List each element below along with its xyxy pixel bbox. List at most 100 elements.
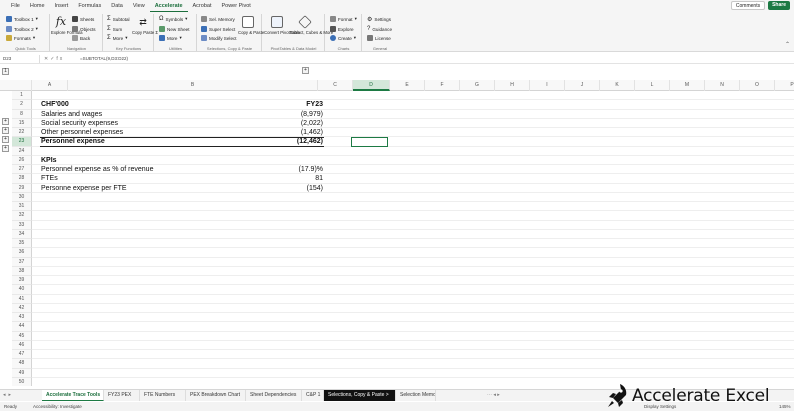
column-header-k[interactable]: K xyxy=(600,80,635,91)
expand-row-group[interactable]: + xyxy=(2,118,9,125)
chart-format-button[interactable]: Format ▾ xyxy=(330,16,357,22)
column-header-h[interactable]: H xyxy=(495,80,530,91)
row-header[interactable]: 31 xyxy=(12,202,32,212)
copy-paste-label[interactable]: Copy Paste Σ xyxy=(132,30,158,35)
cell-b[interactable]: FTEs xyxy=(41,174,58,183)
cell-b[interactable]: KPIs xyxy=(41,156,57,165)
row-header[interactable]: 41 xyxy=(12,294,32,304)
sheet-tab[interactable]: Selections, Copy & Paste > xyxy=(324,390,396,401)
cell-b[interactable]: Personne expense per FTE xyxy=(41,184,127,193)
sheet-tab[interactable]: PEX Breakdown Chart xyxy=(186,390,246,401)
cell-d[interactable]: (8,979) xyxy=(287,110,323,119)
column-header-e[interactable]: E xyxy=(390,80,425,91)
column-header-o[interactable]: O xyxy=(740,80,775,91)
column-header-a[interactable]: A xyxy=(32,80,68,91)
sheet-tab[interactable]: FY23 PEX xyxy=(104,390,140,401)
guidance-button[interactable]: ? Guidance xyxy=(367,26,392,32)
row-header[interactable]: 24 xyxy=(12,146,32,156)
row-header[interactable]: 46 xyxy=(12,340,32,350)
sheets-button[interactable]: Sheets xyxy=(72,16,94,22)
name-box[interactable]: D23 xyxy=(0,54,40,63)
row-header[interactable]: 34 xyxy=(12,229,32,239)
cell-d[interactable]: (154) xyxy=(287,184,323,193)
outline-expand-top[interactable]: + xyxy=(302,67,309,74)
row-header[interactable]: 2 xyxy=(12,100,32,110)
symbols-button[interactable]: Ω Symbols ▾ xyxy=(159,16,187,22)
row-header[interactable]: 48 xyxy=(12,359,32,369)
row-header[interactable]: 8 xyxy=(12,109,32,119)
subtotal-button[interactable]: Σ Subtotal xyxy=(107,16,130,22)
column-header-b[interactable]: B xyxy=(68,80,318,91)
pivot-table-icon[interactable] xyxy=(271,16,283,28)
cube-icon[interactable] xyxy=(298,15,312,29)
new-sheet-button[interactable]: New Sheet xyxy=(159,26,189,32)
row-header[interactable]: 26 xyxy=(12,155,32,165)
copy-paste-icon[interactable] xyxy=(242,16,254,28)
back-button[interactable]: Back xyxy=(72,35,90,41)
menu-data[interactable]: Data xyxy=(106,0,128,12)
row-header[interactable]: 27 xyxy=(12,165,32,175)
settings-button[interactable]: ⚙ Settings xyxy=(367,16,391,23)
sheet-tab[interactable]: Selection Memo xyxy=(396,390,436,401)
row-header[interactable]: 42 xyxy=(12,303,32,313)
outline-level-1[interactable]: 1 xyxy=(2,68,9,75)
menu-insert[interactable]: Insert xyxy=(50,0,74,12)
extract-cubes-label[interactable]: Extract, Cubes & More xyxy=(290,30,333,35)
fx-icon[interactable]: fx xyxy=(55,16,67,28)
more-button[interactable]: Σ More ▾ xyxy=(107,35,128,41)
column-header-g[interactable]: G xyxy=(460,80,495,91)
row-header[interactable]: 28 xyxy=(12,174,32,184)
objects-button[interactable]: Objects xyxy=(72,26,96,32)
explore-formula-label[interactable]: Explore Formula xyxy=(51,30,83,35)
row-header[interactable]: 1 xyxy=(12,91,32,101)
row-header[interactable]: 30 xyxy=(12,192,32,202)
collapse-ribbon-icon[interactable]: ⌃ xyxy=(785,41,790,48)
row-header[interactable]: 23 xyxy=(12,137,32,147)
formats-button[interactable]: Formats ▾ xyxy=(6,35,35,41)
row-header[interactable]: 38 xyxy=(12,266,32,276)
comments-button[interactable]: Comments xyxy=(730,1,766,10)
formula-bar-icons[interactable]: ✕✓fx xyxy=(40,56,80,62)
sheet-tab[interactable]: C&P 1 xyxy=(302,390,324,401)
cell-b[interactable]: Salaries and wages xyxy=(41,110,102,119)
column-header-n[interactable]: N xyxy=(705,80,740,91)
sel-memory-button[interactable]: Sel. Memory xyxy=(201,16,235,22)
utilities-more-button[interactable]: More ▾ xyxy=(159,35,182,41)
formula-input[interactable]: =SUBTOTAL(9,D3:D22) xyxy=(80,56,128,61)
active-cell-outline[interactable] xyxy=(351,137,388,147)
sum-button[interactable]: Σ Sum xyxy=(107,26,122,32)
menu-file[interactable]: File xyxy=(6,0,25,12)
column-header-d[interactable]: D xyxy=(353,80,390,91)
menu-formulas[interactable]: Formulas xyxy=(73,0,106,12)
tab-nav-arrows[interactable]: ◂▸ xyxy=(3,392,14,398)
accessibility-status[interactable]: Accessibility: Investigate xyxy=(33,402,82,411)
cell-d[interactable]: 81 xyxy=(287,174,323,183)
cell-b[interactable]: CHF'000 xyxy=(41,100,69,109)
row-header[interactable]: 37 xyxy=(12,257,32,267)
menu-home[interactable]: Home xyxy=(25,0,50,12)
row-header[interactable]: 29 xyxy=(12,183,32,193)
row-header[interactable]: 44 xyxy=(12,322,32,332)
cell-d[interactable]: (1,462) xyxy=(287,128,323,137)
row-header[interactable]: 22 xyxy=(12,128,32,138)
row-header[interactable]: 15 xyxy=(12,118,32,128)
share-button[interactable]: Share xyxy=(768,1,790,10)
column-header-j[interactable]: J xyxy=(565,80,600,91)
sheet-tab[interactable]: Accelerate Trace Tools xyxy=(42,390,104,401)
row-header[interactable]: 49 xyxy=(12,368,32,378)
row-header[interactable]: 50 xyxy=(12,377,32,386)
row-header[interactable]: 35 xyxy=(12,239,32,249)
sheet-tab[interactable]: Sheet Dependencies xyxy=(246,390,302,401)
column-header-p[interactable]: P xyxy=(775,80,794,91)
row-header[interactable]: 43 xyxy=(12,313,32,323)
menu-accelerate[interactable]: Accelerate xyxy=(149,0,188,12)
cell-b[interactable]: Social security expenses xyxy=(41,119,118,128)
expand-row-group[interactable]: + xyxy=(2,127,9,134)
row-header[interactable]: 47 xyxy=(12,350,32,360)
row-header[interactable]: 32 xyxy=(12,211,32,221)
row-header[interactable]: 33 xyxy=(12,220,32,230)
row-header[interactable]: 39 xyxy=(12,276,32,286)
cell-d[interactable]: FY23 xyxy=(287,100,323,109)
cell-d[interactable]: (17.9)% xyxy=(287,165,323,174)
row-header[interactable]: 45 xyxy=(12,331,32,341)
